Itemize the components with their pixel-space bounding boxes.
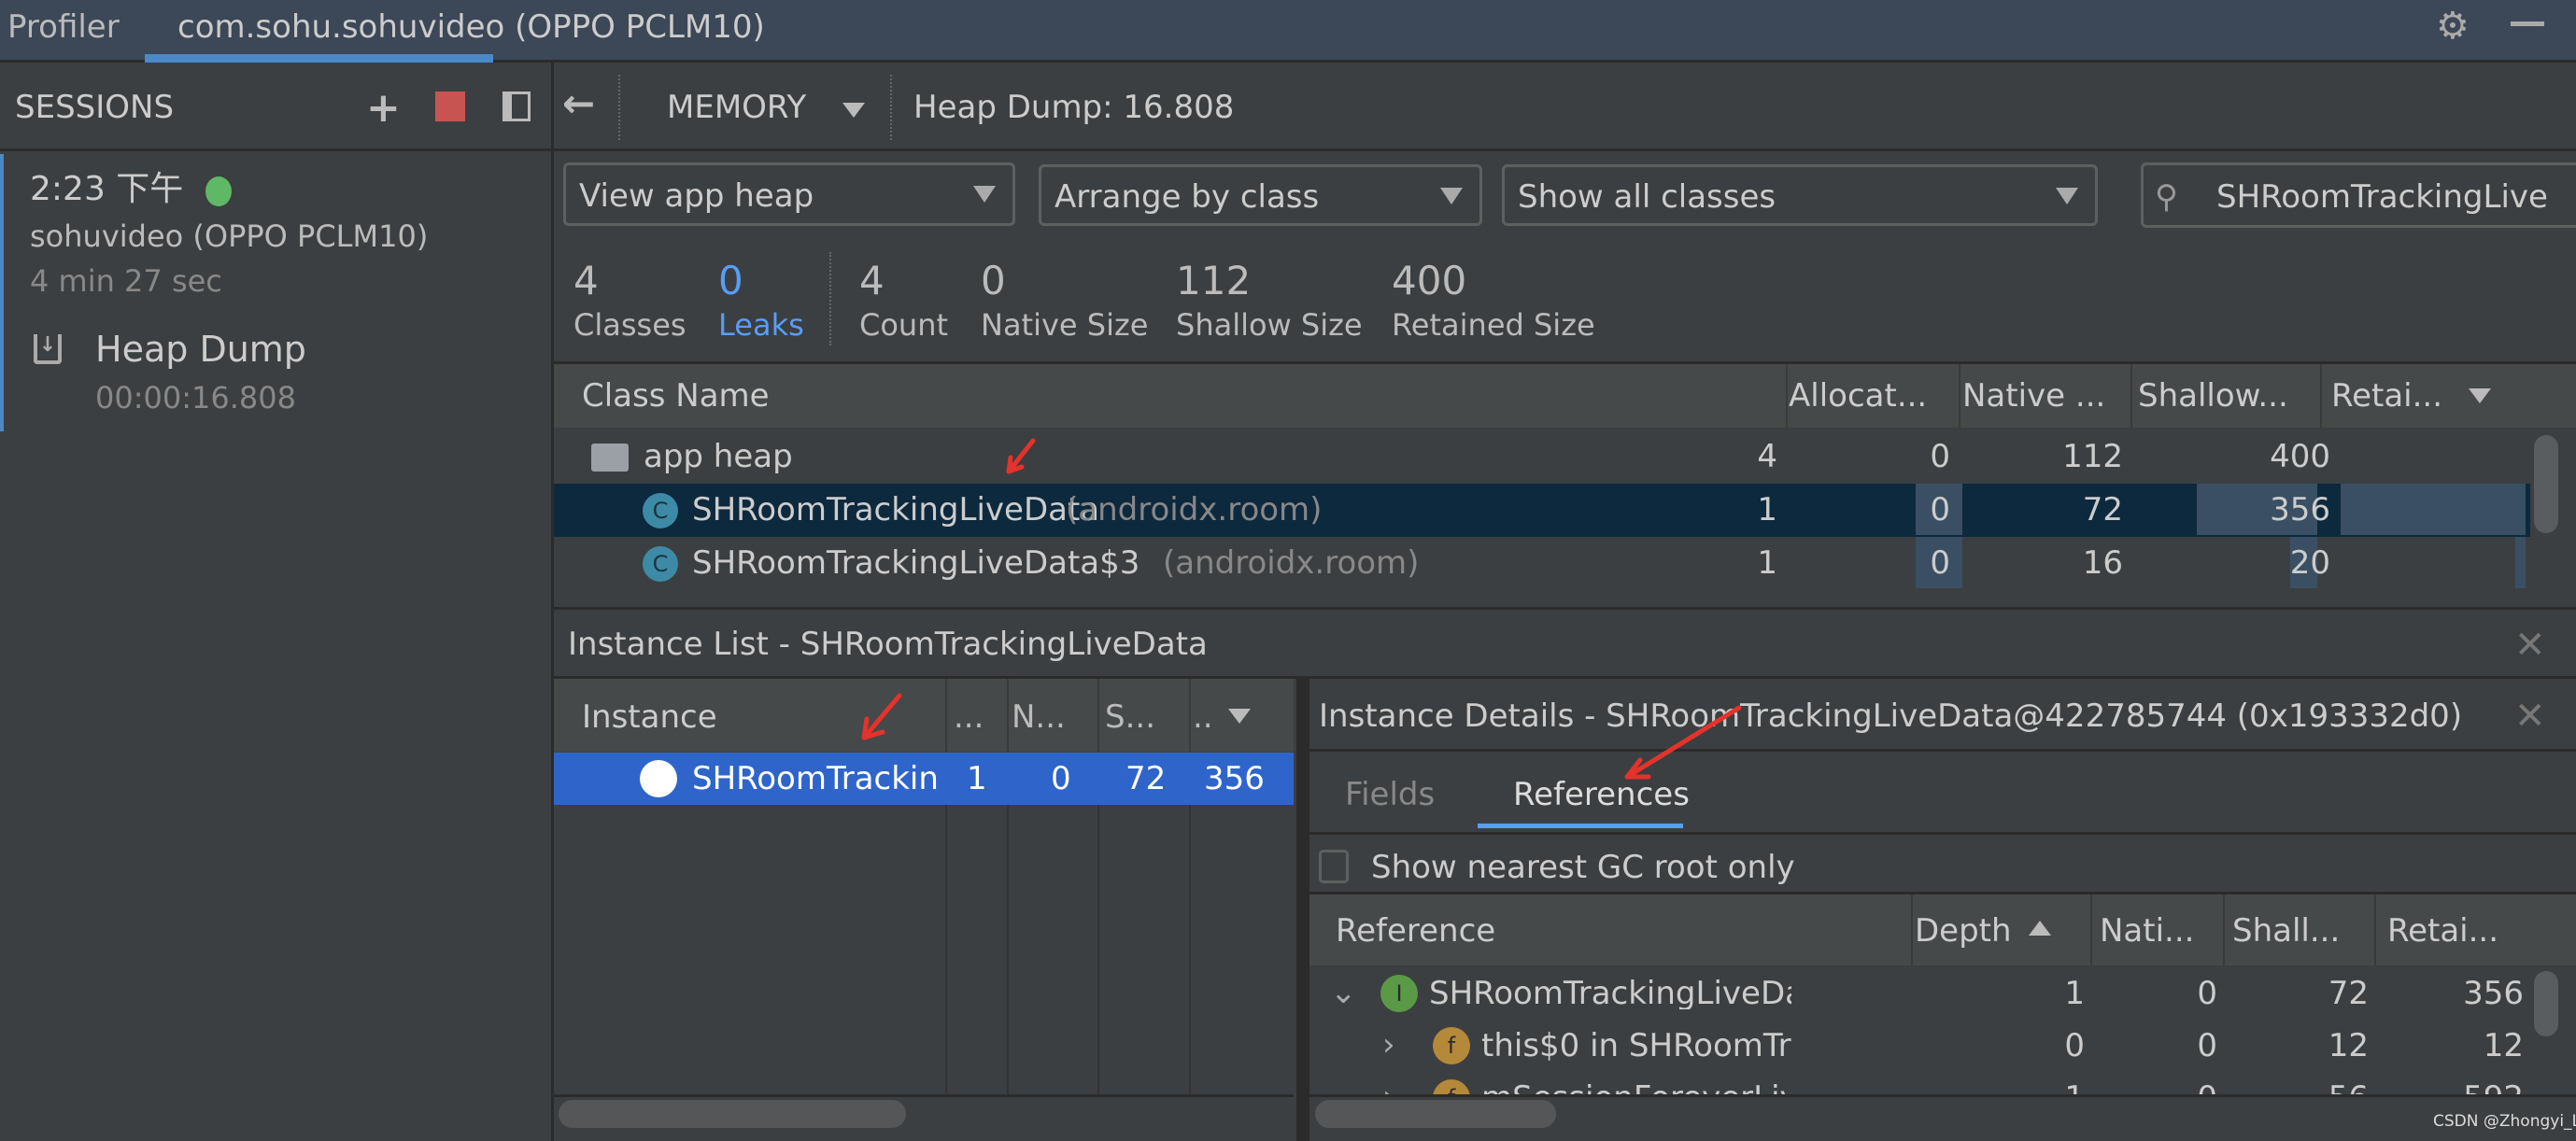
arrow-annotation <box>861 693 902 740</box>
annotation-arrows <box>861 438 1742 780</box>
arrow-annotation <box>1006 438 1036 474</box>
arrow-annotation <box>1624 705 1742 780</box>
